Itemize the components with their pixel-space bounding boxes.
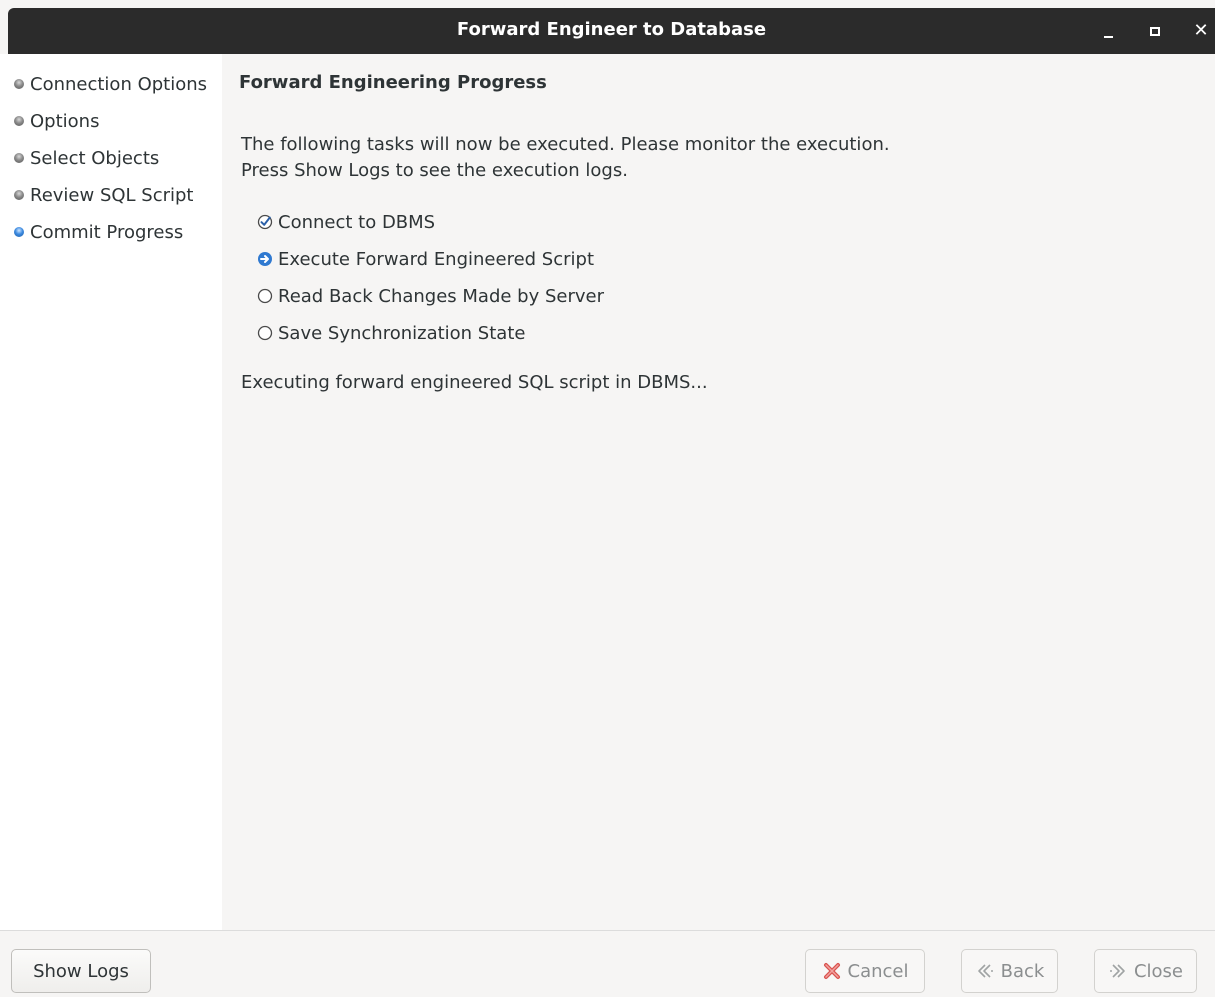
cancel-icon [823, 963, 840, 979]
maximize-button[interactable] [1138, 8, 1172, 54]
title-bar[interactable]: Forward Engineer to Database ✕ [8, 8, 1215, 54]
close-window-button[interactable]: ✕ [1184, 8, 1215, 54]
step-bullet-icon [14, 116, 24, 126]
maximize-icon [1150, 26, 1160, 36]
button-bar: Show Logs Cancel Back Close [0, 930, 1215, 997]
circle-icon [257, 288, 273, 304]
description-line-2: Press Show Logs to see the execution log… [241, 160, 628, 181]
task-execute-script: Execute Forward Engineered Script [257, 246, 594, 272]
minimize-icon [1103, 36, 1113, 38]
close-icon: ✕ [1193, 20, 1209, 41]
close-button[interactable]: Close [1094, 949, 1197, 993]
circle-icon [257, 325, 273, 341]
step-label: Commit Progress [30, 221, 184, 243]
page-title: Forward Engineering Progress [239, 72, 547, 93]
back-button[interactable]: Back [961, 949, 1058, 993]
status-message: Executing forward engineered SQL script … [241, 372, 708, 393]
dialog-window: Forward Engineer to Database ✕ Connectio… [0, 0, 1215, 997]
step-label: Options [30, 110, 100, 132]
cancel-button[interactable]: Cancel [805, 949, 925, 993]
step-select-objects: Select Objects [14, 145, 159, 171]
task-save-sync-state: Save Synchronization State [257, 320, 525, 346]
forward-arrow-icon [1109, 964, 1125, 978]
task-label: Connect to DBMS [278, 211, 436, 233]
wizard-steps-sidebar: Connection Options Options Select Object… [0, 54, 222, 930]
close-label: Close [1133, 960, 1184, 982]
arrow-right-icon [258, 252, 272, 266]
task-read-back-changes: Read Back Changes Made by Server [257, 283, 604, 309]
description-line-1: The following tasks will now be executed… [241, 134, 890, 155]
step-label: Review SQL Script [30, 184, 194, 206]
minimize-button[interactable] [1091, 8, 1125, 54]
step-review-sql-script: Review SQL Script [14, 182, 194, 208]
step-label: Select Objects [30, 147, 160, 169]
step-connection-options: Connection Options [14, 71, 207, 97]
step-label: Connection Options [30, 73, 208, 95]
show-logs-button[interactable]: Show Logs [11, 949, 151, 993]
task-connect-to-dbms: Connect to DBMS [257, 209, 435, 235]
task-label: Save Synchronization State [278, 322, 526, 344]
step-commit-progress: Commit Progress [14, 219, 183, 245]
cancel-label: Cancel [847, 960, 909, 982]
check-icon [257, 214, 273, 230]
task-label: Read Back Changes Made by Server [278, 285, 604, 307]
show-logs-label: Show Logs [33, 960, 129, 982]
step-bullet-icon [14, 153, 24, 163]
back-label: Back [1000, 960, 1045, 982]
step-bullet-icon [14, 79, 24, 89]
step-options: Options [14, 108, 99, 134]
main-content: Forward Engineering Progress The followi… [222, 54, 1215, 930]
task-label: Execute Forward Engineered Script [278, 248, 595, 270]
window-title: Forward Engineer to Database [456, 19, 767, 40]
step-bullet-icon [14, 190, 24, 200]
step-bullet-active-icon [14, 227, 24, 237]
back-arrow-icon [977, 964, 993, 978]
